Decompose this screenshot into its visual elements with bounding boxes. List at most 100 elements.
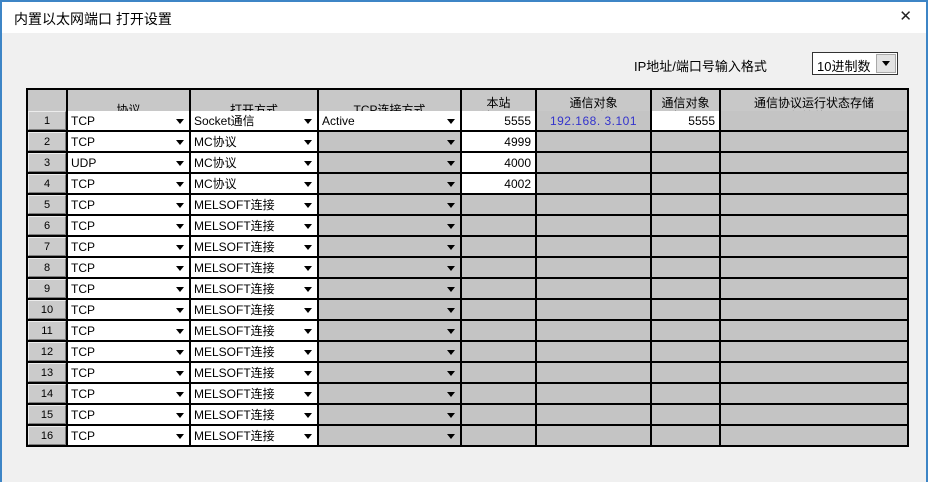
local-port-cell[interactable]: 4000	[462, 153, 535, 172]
protocol-dropdown[interactable]: TCP	[68, 342, 189, 361]
dest-port-cell[interactable]	[652, 174, 719, 193]
tcp-mode-dropdown[interactable]	[319, 174, 460, 193]
dest-port-cell[interactable]	[652, 153, 719, 172]
tcp-mode-dropdown[interactable]	[319, 237, 460, 256]
local-port-cell[interactable]: 4999	[462, 132, 535, 151]
status-device-cell[interactable]	[721, 216, 907, 235]
protocol-dropdown[interactable]: TCP	[68, 195, 189, 214]
status-device-cell[interactable]	[721, 321, 907, 340]
tcp-mode-dropdown[interactable]	[319, 342, 460, 361]
local-port-cell[interactable]	[462, 405, 535, 424]
tcp-mode-dropdown[interactable]	[319, 258, 460, 277]
local-port-cell[interactable]	[462, 237, 535, 256]
status-device-cell[interactable]	[721, 174, 907, 193]
local-port-cell[interactable]	[462, 321, 535, 340]
status-device-cell[interactable]	[721, 342, 907, 361]
protocol-dropdown[interactable]: UDP	[68, 153, 189, 172]
status-device-cell[interactable]	[721, 195, 907, 214]
open-method-dropdown[interactable]: MELSOFT连接	[191, 237, 317, 256]
open-method-dropdown[interactable]: MC协议	[191, 153, 317, 172]
status-device-cell[interactable]	[721, 258, 907, 277]
dest-ip-cell[interactable]	[537, 153, 650, 172]
dest-ip-cell[interactable]	[537, 342, 650, 361]
local-port-cell[interactable]: 4002	[462, 174, 535, 193]
open-method-dropdown[interactable]: MELSOFT连接	[191, 321, 317, 340]
dest-port-cell[interactable]	[652, 405, 719, 424]
tcp-mode-dropdown[interactable]	[319, 216, 460, 235]
dest-port-cell[interactable]	[652, 363, 719, 382]
protocol-dropdown[interactable]: TCP	[68, 384, 189, 403]
protocol-dropdown[interactable]: TCP	[68, 321, 189, 340]
open-method-dropdown[interactable]: MELSOFT连接	[191, 384, 317, 403]
tcp-mode-dropdown[interactable]	[319, 321, 460, 340]
dest-ip-cell[interactable]	[537, 384, 650, 403]
tcp-mode-dropdown[interactable]	[319, 279, 460, 298]
open-method-dropdown[interactable]: MELSOFT连接	[191, 300, 317, 319]
open-method-dropdown[interactable]: MELSOFT连接	[191, 363, 317, 382]
protocol-dropdown[interactable]: TCP	[68, 279, 189, 298]
status-device-cell[interactable]	[721, 363, 907, 382]
dest-port-cell[interactable]	[652, 279, 719, 298]
tcp-mode-dropdown[interactable]	[319, 405, 460, 424]
dest-port-cell[interactable]	[652, 195, 719, 214]
dest-port-cell[interactable]	[652, 237, 719, 256]
dest-ip-cell[interactable]	[537, 321, 650, 340]
dest-port-cell[interactable]	[652, 321, 719, 340]
dest-port-cell[interactable]	[652, 342, 719, 361]
protocol-dropdown[interactable]: TCP	[68, 111, 189, 130]
protocol-dropdown[interactable]: TCP	[68, 216, 189, 235]
dest-ip-cell[interactable]	[537, 426, 650, 445]
chevron-down-icon[interactable]	[876, 54, 896, 73]
dest-ip-cell[interactable]	[537, 174, 650, 193]
local-port-cell[interactable]: 5555	[462, 111, 535, 130]
dest-port-cell[interactable]	[652, 216, 719, 235]
open-method-dropdown[interactable]: MELSOFT连接	[191, 258, 317, 277]
local-port-cell[interactable]	[462, 258, 535, 277]
open-method-dropdown[interactable]: MELSOFT连接	[191, 405, 317, 424]
dest-port-cell[interactable]	[652, 426, 719, 445]
status-device-cell[interactable]	[721, 132, 907, 151]
dest-ip-cell[interactable]: 192.168. 3.101	[537, 111, 650, 130]
dest-port-cell[interactable]	[652, 300, 719, 319]
tcp-mode-dropdown[interactable]	[319, 195, 460, 214]
protocol-dropdown[interactable]: TCP	[68, 300, 189, 319]
dest-port-cell[interactable]: 5555	[652, 111, 719, 130]
dest-ip-cell[interactable]	[537, 300, 650, 319]
local-port-cell[interactable]	[462, 363, 535, 382]
open-method-dropdown[interactable]: MELSOFT连接	[191, 342, 317, 361]
status-device-cell[interactable]	[721, 384, 907, 403]
local-port-cell[interactable]	[462, 195, 535, 214]
protocol-dropdown[interactable]: TCP	[68, 258, 189, 277]
open-method-dropdown[interactable]: MC协议	[191, 174, 317, 193]
status-device-cell[interactable]	[721, 111, 907, 130]
dest-ip-cell[interactable]	[537, 279, 650, 298]
dest-port-cell[interactable]	[652, 258, 719, 277]
close-icon[interactable]: ✕	[899, 8, 912, 26]
protocol-dropdown[interactable]: TCP	[68, 405, 189, 424]
open-method-dropdown[interactable]: MELSOFT连接	[191, 195, 317, 214]
tcp-mode-dropdown[interactable]	[319, 153, 460, 172]
dest-ip-cell[interactable]	[537, 216, 650, 235]
open-method-dropdown[interactable]: MC协议	[191, 132, 317, 151]
tcp-mode-dropdown[interactable]	[319, 300, 460, 319]
open-method-dropdown[interactable]: Socket通信	[191, 111, 317, 130]
local-port-cell[interactable]	[462, 216, 535, 235]
dest-ip-cell[interactable]	[537, 132, 650, 151]
tcp-mode-dropdown[interactable]: Active	[319, 111, 460, 130]
local-port-cell[interactable]	[462, 342, 535, 361]
dest-ip-cell[interactable]	[537, 237, 650, 256]
status-device-cell[interactable]	[721, 405, 907, 424]
status-device-cell[interactable]	[721, 426, 907, 445]
protocol-dropdown[interactable]: TCP	[68, 237, 189, 256]
input-format-dropdown[interactable]: 10进制数	[812, 52, 898, 75]
protocol-dropdown[interactable]: TCP	[68, 174, 189, 193]
dest-ip-cell[interactable]	[537, 363, 650, 382]
local-port-cell[interactable]	[462, 426, 535, 445]
protocol-dropdown[interactable]: TCP	[68, 132, 189, 151]
local-port-cell[interactable]	[462, 300, 535, 319]
dest-port-cell[interactable]	[652, 384, 719, 403]
dest-ip-cell[interactable]	[537, 405, 650, 424]
open-method-dropdown[interactable]: MELSOFT连接	[191, 216, 317, 235]
local-port-cell[interactable]	[462, 279, 535, 298]
protocol-dropdown[interactable]: TCP	[68, 363, 189, 382]
